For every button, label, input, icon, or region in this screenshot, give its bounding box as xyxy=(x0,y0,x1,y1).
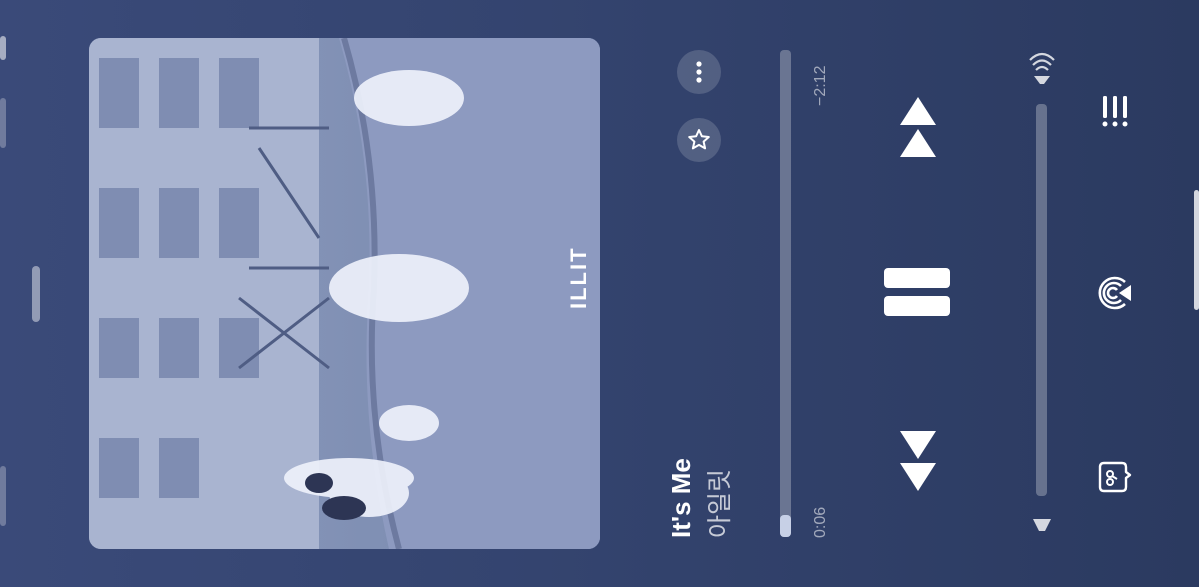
status-glyph-bottom xyxy=(0,466,6,526)
edge-indicator xyxy=(1194,190,1199,310)
star-icon xyxy=(688,129,710,150)
status-glyph-top-2 xyxy=(0,98,6,148)
lyrics-button[interactable] xyxy=(1094,456,1136,498)
more-icon xyxy=(696,61,702,83)
artwork-image xyxy=(89,38,600,549)
more-button[interactable] xyxy=(677,50,721,94)
elapsed-time: 0:06 xyxy=(812,506,829,538)
track-title: It's Me xyxy=(666,458,696,538)
next-track-button[interactable] xyxy=(893,426,943,496)
pause-icon xyxy=(884,268,950,316)
queue-icon xyxy=(1102,96,1128,127)
artist-name[interactable]: 아일릿 xyxy=(700,469,736,538)
airplay-icon xyxy=(1098,276,1131,310)
airplay-button[interactable] xyxy=(1094,272,1136,314)
favorite-button[interactable] xyxy=(677,118,721,162)
remaining-time: −2:12 xyxy=(812,65,829,106)
pause-button[interactable] xyxy=(880,262,954,324)
volume-low-icon xyxy=(1031,518,1053,534)
previous-track-icon xyxy=(900,97,936,157)
artwork-logo: ILLIT xyxy=(566,246,591,309)
volume-slider[interactable] xyxy=(1036,104,1047,496)
progress-fill xyxy=(780,515,791,537)
volume-high-icon xyxy=(1028,52,1056,86)
status-glyph-top xyxy=(0,36,6,60)
queue-button[interactable] xyxy=(1095,90,1135,132)
previous-track-button[interactable] xyxy=(893,92,943,162)
lyrics-icon xyxy=(1098,461,1132,493)
grabber-handle[interactable] xyxy=(32,266,40,322)
progress-track[interactable] xyxy=(780,50,791,537)
next-track-icon xyxy=(900,431,936,491)
album-artwork[interactable]: ILLIT xyxy=(89,38,600,549)
